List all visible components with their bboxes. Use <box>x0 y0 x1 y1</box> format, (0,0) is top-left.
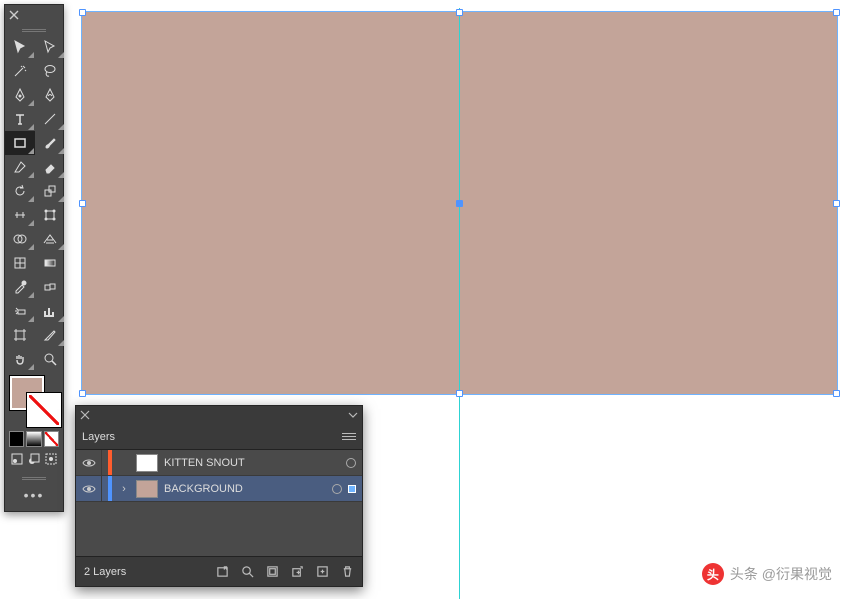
pen-tool[interactable] <box>5 83 35 107</box>
selection-tool[interactable] <box>5 35 35 59</box>
layer-thumbnail <box>136 480 158 498</box>
watermark-text: 头条 @衍果视觉 <box>730 564 832 584</box>
curvature-tool[interactable] <box>35 83 65 107</box>
tools-grid <box>5 35 63 371</box>
zoom-tool[interactable] <box>35 347 65 371</box>
line-segment-tool[interactable] <box>35 107 65 131</box>
draw-behind-icon[interactable] <box>26 451 41 467</box>
vertical-guide[interactable] <box>459 8 460 599</box>
layer-row-background[interactable]: › BACKGROUND <box>76 476 362 502</box>
clip-mask-icon[interactable] <box>266 565 279 578</box>
selection-handle-bm[interactable] <box>456 390 463 397</box>
selection-handle-br[interactable] <box>833 390 840 397</box>
trash-icon[interactable] <box>341 565 354 578</box>
stroke-swatch[interactable] <box>27 393 61 427</box>
free-transform-tool[interactable] <box>35 203 65 227</box>
symbol-sprayer-tool[interactable] <box>5 299 35 323</box>
color-mode-none[interactable] <box>44 431 59 447</box>
selection-indicator <box>348 485 356 493</box>
expand-toggle[interactable]: › <box>118 483 130 495</box>
visibility-toggle[interactable] <box>76 476 102 501</box>
draw-mode-row <box>5 449 63 473</box>
column-graph-tool[interactable] <box>35 299 65 323</box>
layers-list: KITTEN SNOUT › BACKGROUND <box>76 450 362 556</box>
visibility-toggle[interactable] <box>76 450 102 475</box>
selection-handle-bl[interactable] <box>79 390 86 397</box>
layers-panel-titlebar[interactable] <box>76 406 362 424</box>
layer-color-strip <box>108 450 112 475</box>
shape-builder-tool[interactable] <box>5 227 35 251</box>
layer-name[interactable]: KITTEN SNOUT <box>164 457 340 469</box>
slice-tool[interactable] <box>35 323 65 347</box>
export-icon[interactable] <box>216 565 229 578</box>
hand-tool[interactable] <box>5 347 35 371</box>
draw-inside-icon[interactable] <box>44 451 59 467</box>
color-mode-gradient[interactable] <box>26 431 41 447</box>
eyedropper-tool[interactable] <box>5 275 35 299</box>
scale-tool[interactable] <box>35 179 65 203</box>
watermark: 头 头条 @衍果视觉 <box>702 563 832 585</box>
collapse-icon[interactable] <box>348 410 358 420</box>
shaper-tool[interactable] <box>5 155 35 179</box>
layer-name[interactable]: BACKGROUND <box>164 483 326 495</box>
layer-color-strip <box>108 476 112 501</box>
tools-divider <box>5 473 63 483</box>
artboard-tool[interactable] <box>5 323 35 347</box>
direct-selection-tool[interactable] <box>35 35 65 59</box>
layers-panel-footer: 2 Layers <box>76 556 362 586</box>
new-sublayer-icon[interactable] <box>291 565 304 578</box>
close-icon[interactable] <box>80 410 90 420</box>
tools-panel: ••• <box>4 4 64 512</box>
width-tool[interactable] <box>5 203 35 227</box>
new-layer-icon[interactable] <box>316 565 329 578</box>
layers-panel: Layers KITTEN SNOUT › BACKGROUND 2 Layer… <box>75 405 363 587</box>
target-icon[interactable] <box>346 458 356 468</box>
layers-panel-tabs: Layers <box>76 424 362 450</box>
tools-panel-header[interactable] <box>5 5 63 25</box>
edit-toolbar-button[interactable]: ••• <box>5 483 63 511</box>
target-icon[interactable] <box>332 484 342 494</box>
selection-handle-tr[interactable] <box>833 9 840 16</box>
eraser-tool[interactable] <box>35 155 65 179</box>
gradient-tool[interactable] <box>35 251 65 275</box>
panel-menu-icon[interactable] <box>342 433 356 440</box>
selection-handle-center[interactable] <box>456 200 463 207</box>
watermark-logo-icon: 头 <box>702 563 724 585</box>
mesh-tool[interactable] <box>5 251 35 275</box>
fill-stroke-swatches[interactable] <box>5 371 63 429</box>
magic-wand-tool[interactable] <box>5 59 35 83</box>
draw-normal-icon[interactable] <box>9 451 24 467</box>
tools-panel-grip[interactable] <box>5 25 63 35</box>
color-mode-solid[interactable] <box>9 431 24 447</box>
selection-handle-mr[interactable] <box>833 200 840 207</box>
layer-thumbnail <box>136 454 158 472</box>
rectangle-tool[interactable] <box>5 131 35 155</box>
perspective-grid-tool[interactable] <box>35 227 65 251</box>
selection-handle-tm[interactable] <box>456 9 463 16</box>
color-mode-row <box>5 429 63 449</box>
selection-handle-tl[interactable] <box>79 9 86 16</box>
close-icon[interactable] <box>9 10 19 20</box>
locate-icon[interactable] <box>241 565 254 578</box>
selection-handle-ml[interactable] <box>79 200 86 207</box>
rotate-tool[interactable] <box>5 179 35 203</box>
blend-tool[interactable] <box>35 275 65 299</box>
layer-row-kitten-snout[interactable]: KITTEN SNOUT <box>76 450 362 476</box>
layers-count: 2 Layers <box>84 566 126 578</box>
type-tool[interactable] <box>5 107 35 131</box>
layers-tab[interactable]: Layers <box>82 431 115 443</box>
paintbrush-tool[interactable] <box>35 131 65 155</box>
lasso-tool[interactable] <box>35 59 65 83</box>
